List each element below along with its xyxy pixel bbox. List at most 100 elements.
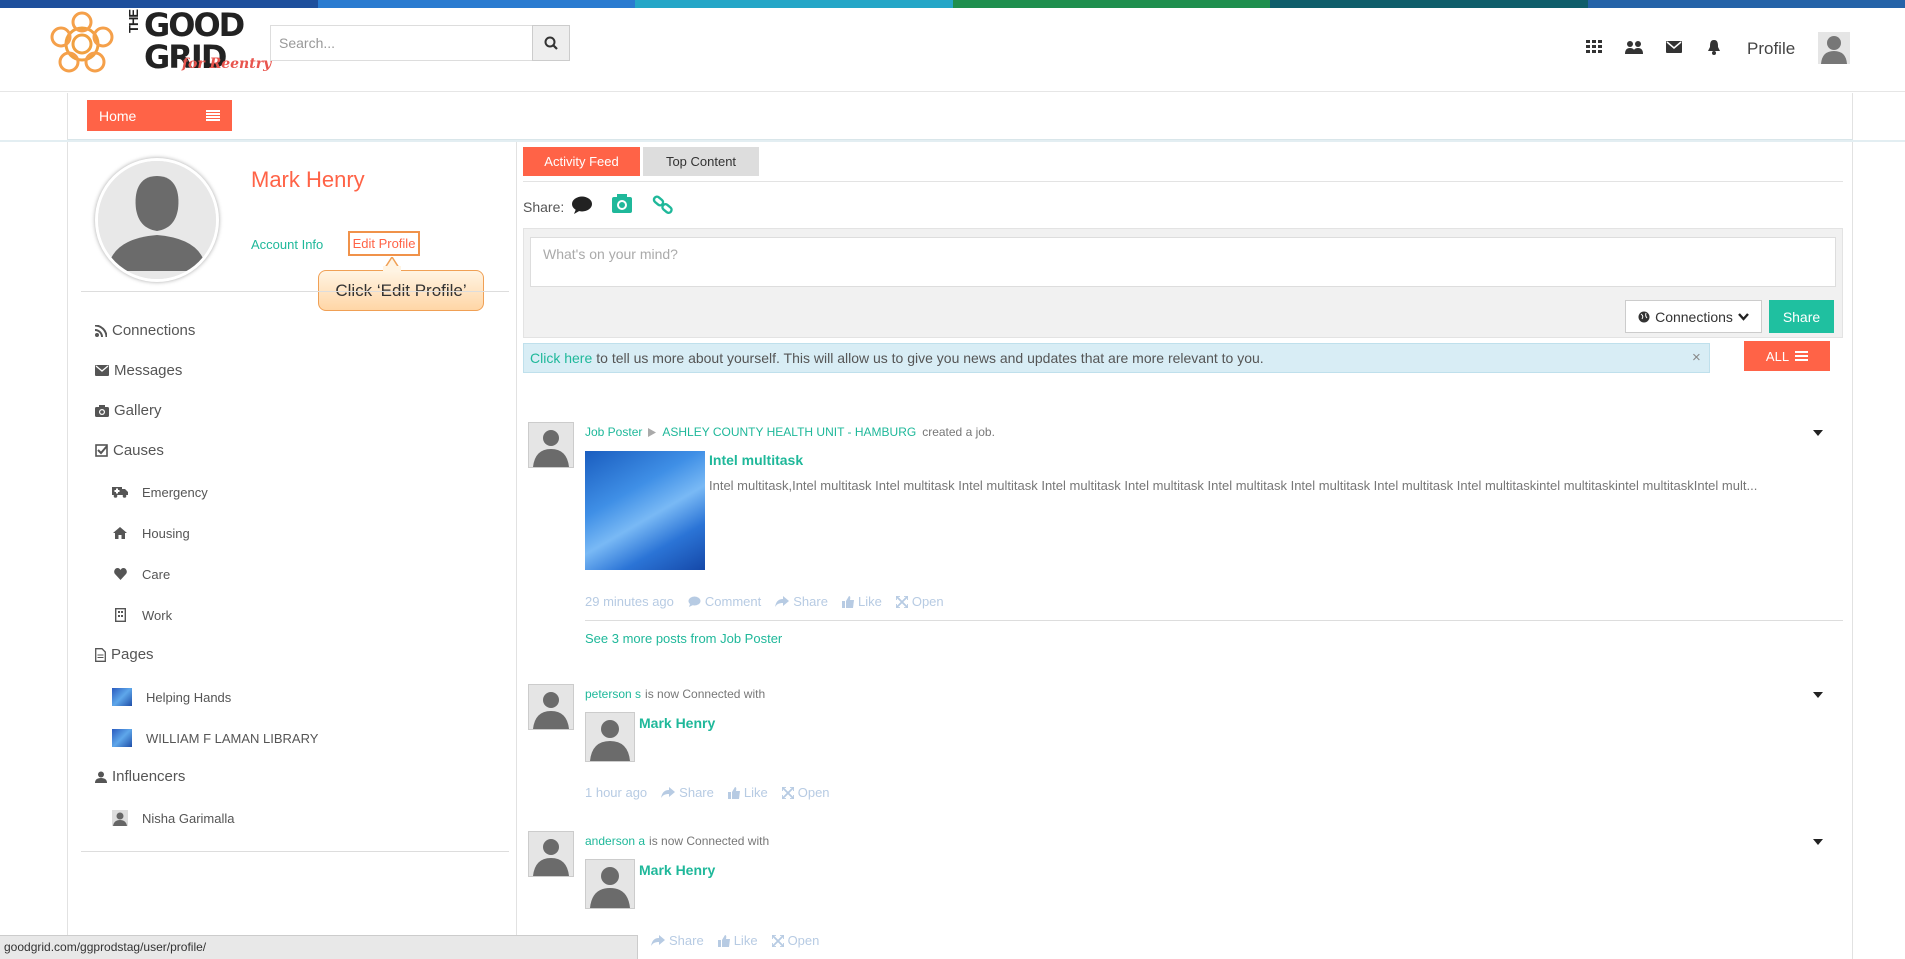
post-author-avatar[interactable] <box>528 422 574 468</box>
heart-icon <box>112 566 128 582</box>
top-color-bar <box>0 0 1905 8</box>
cause-care-label: Care <box>142 566 171 582</box>
post-1-like[interactable]: Like <box>841 594 882 609</box>
alert-click-here-link[interactable]: Click here <box>530 350 592 366</box>
building-icon <box>112 607 128 623</box>
menu-pages[interactable]: Pages <box>95 646 154 663</box>
share-button[interactable]: Share <box>1769 300 1834 333</box>
post-3-header: anderson a is now Connected with <box>585 834 769 848</box>
menu-causes[interactable]: Causes <box>95 442 164 459</box>
post-3-share[interactable]: Share <box>651 933 704 948</box>
camera-icon <box>95 404 109 417</box>
post-3-like[interactable]: Like <box>717 933 758 948</box>
profile-info-alert: Click here to tell us more about yoursel… <box>523 343 1710 373</box>
edit-profile-link[interactable]: Edit Profile <box>348 231 420 256</box>
post-2-share-label: Share <box>679 785 714 800</box>
post-1-open-label: Open <box>911 594 944 609</box>
post-2-header: peterson s is now Connected with <box>585 687 765 701</box>
menu-influencers-label: Influencers <box>112 768 186 785</box>
profile-picture[interactable] <box>95 158 219 282</box>
cause-emergency[interactable]: Emergency <box>112 484 208 500</box>
post-1-menu-caret[interactable] <box>1813 430 1823 436</box>
see-more-posts-link[interactable]: See 3 more posts from Job Poster <box>585 631 782 646</box>
post-2-open[interactable]: Open <box>781 785 830 800</box>
search-input[interactable]: Search... <box>270 25 532 61</box>
page-laman-library-label: WILLIAM F LAMAN LIBRARY <box>146 730 319 746</box>
post-2-like[interactable]: Like <box>727 785 768 800</box>
connected-user-avatar[interactable] <box>585 859 635 909</box>
account-info-link[interactable]: Account Info <box>251 237 323 252</box>
home-icon <box>112 525 128 541</box>
post-2-menu-caret[interactable] <box>1813 692 1823 698</box>
share-photo-icon[interactable] <box>611 194 633 219</box>
cause-emergency-label: Emergency <box>142 484 208 500</box>
post-1-title[interactable]: Intel multitask <box>709 452 803 468</box>
post-author-avatar[interactable] <box>528 831 574 877</box>
home-menu-button[interactable]: Home <box>87 100 232 131</box>
post-3-share-label: Share <box>669 933 704 948</box>
user-name[interactable]: Mark Henry <box>251 167 365 193</box>
menu-messages-label: Messages <box>114 362 183 379</box>
menu-influencers[interactable]: Influencers <box>95 768 185 785</box>
cause-housing[interactable]: Housing <box>112 525 190 541</box>
connected-user-avatar[interactable] <box>585 712 635 762</box>
tab-top-content[interactable]: Top Content <box>643 147 759 176</box>
post-1-comment[interactable]: Comment <box>688 594 761 609</box>
post-2-share[interactable]: Share <box>661 785 714 800</box>
share-status-icon[interactable] <box>571 195 593 220</box>
user-icon <box>95 771 107 783</box>
post-1-share[interactable]: Share <box>775 594 828 609</box>
apps-grid-icon[interactable] <box>1583 36 1605 58</box>
post-author-avatar[interactable] <box>528 684 574 730</box>
connections-users-icon[interactable] <box>1623 36 1645 58</box>
browser-status-bar: goodgrid.com/ggprodstag/user/profile/ <box>0 935 638 959</box>
envelope-icon[interactable] <box>1663 36 1685 58</box>
post-1-image[interactable] <box>585 451 705 570</box>
good-grid-logo[interactable]: THE GOOD GRID for Reentry <box>48 4 271 82</box>
post-1-verb: created a job. <box>922 425 995 439</box>
menu-gallery[interactable]: Gallery <box>95 402 162 419</box>
caret-right-icon <box>648 427 657 437</box>
post-3-actor[interactable]: anderson a <box>585 834 645 848</box>
audience-dropdown[interactable]: Connections <box>1625 300 1762 333</box>
post-1-comment-label: Comment <box>704 594 762 609</box>
alert-close-button[interactable]: × <box>1692 349 1701 366</box>
tab-divider <box>523 181 1843 182</box>
cause-care[interactable]: Care <box>112 566 170 582</box>
cause-housing-label: Housing <box>142 525 190 541</box>
post-3-open[interactable]: Open <box>771 933 819 948</box>
menu-messages[interactable]: Messages <box>95 362 182 379</box>
list-icon <box>1795 351 1809 361</box>
filter-label: ALL <box>1765 348 1790 364</box>
post-1-target[interactable]: ASHLEY COUNTY HEALTH UNIT - HAMBURG <box>662 425 916 439</box>
share-link-icon[interactable] <box>652 195 674 220</box>
post-2-actor[interactable]: peterson s <box>585 687 641 701</box>
profile-link[interactable]: Profile <box>1747 39 1795 59</box>
share-arrow-icon <box>775 596 790 607</box>
cause-work[interactable]: Work <box>112 607 172 623</box>
profile-divider <box>81 291 509 292</box>
bell-icon[interactable] <box>1703 36 1725 58</box>
header-avatar[interactable] <box>1818 32 1850 64</box>
post-1-open[interactable]: Open <box>895 594 944 609</box>
post-2-connected-name[interactable]: Mark Henry <box>639 715 715 731</box>
post-1-time: 29 minutes ago <box>585 594 674 609</box>
tab-activity-feed[interactable]: Activity Feed <box>523 147 640 176</box>
influencer-nisha[interactable]: Nisha Garimalla <box>112 810 234 826</box>
share-arrow-icon <box>651 935 665 946</box>
page-helping-hands[interactable]: Helping Hands <box>112 688 231 706</box>
status-textarea[interactable]: What's on your mind? <box>530 237 1836 287</box>
menu-connections-label: Connections <box>112 322 196 339</box>
callout-pointer-cover <box>383 266 401 272</box>
page-laman-library[interactable]: WILLIAM F LAMAN LIBRARY <box>112 729 318 747</box>
feed-filter-all[interactable]: ALL <box>1744 341 1830 371</box>
post-1-like-label: Like <box>857 594 882 609</box>
sidebar-bottom-divider <box>81 851 509 852</box>
post-3-menu-caret[interactable] <box>1813 839 1823 845</box>
post-3-connected-name[interactable]: Mark Henry <box>639 862 715 878</box>
post-1-actor[interactable]: Job Poster <box>585 425 642 439</box>
alert-text: to tell us more about yourself. This wil… <box>596 350 1264 366</box>
menu-connections[interactable]: Connections <box>95 322 195 339</box>
search-icon <box>544 36 558 50</box>
search-button[interactable] <box>532 25 570 61</box>
